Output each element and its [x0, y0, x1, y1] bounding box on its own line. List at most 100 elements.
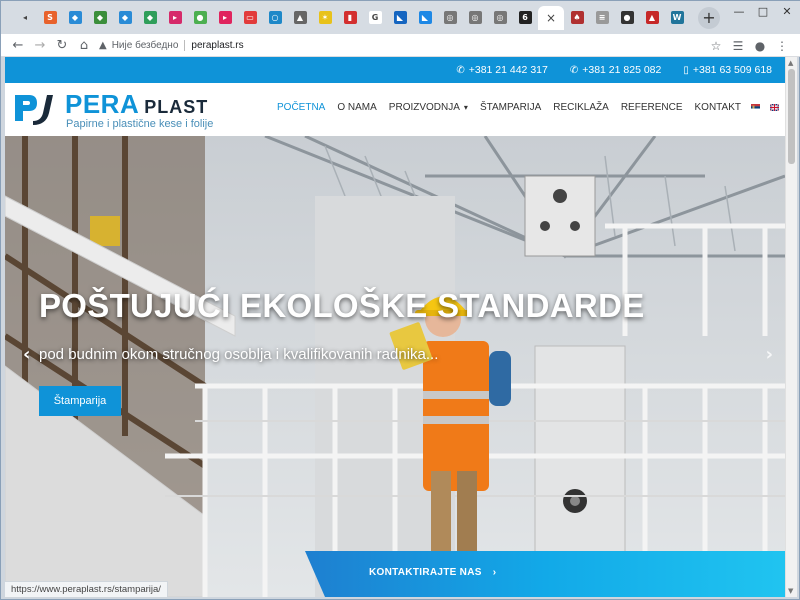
mobile-icon: ▯: [683, 64, 689, 76]
nav-item-label: KONTAKT: [694, 102, 741, 113]
back-arrow-icon: ◂: [18, 11, 32, 24]
browser-tab[interactable]: ●: [615, 6, 639, 30]
browser-tab[interactable]: ◆: [113, 6, 137, 30]
red-square-icon: ▸: [218, 11, 232, 24]
phone-number[interactable]: ✆ +381 21 825 082: [570, 64, 662, 76]
browser-tab[interactable]: G: [363, 6, 387, 30]
browser-tab[interactable]: ◣: [388, 6, 412, 30]
web-page: ✆ +381 21 442 317 ✆ +381 21 825 082 ▯ +381 63…: [5, 57, 785, 597]
new-tab-button[interactable]: +: [698, 6, 720, 29]
logo-icon[interactable]: [13, 91, 53, 125]
browser-tab[interactable]: ◆: [63, 6, 87, 30]
shield-icon: ◆: [93, 11, 107, 24]
nav-item[interactable]: O NAMA: [337, 102, 376, 113]
browser-tab[interactable]: ▮: [338, 6, 362, 30]
contact-topbar: ✆ +381 21 442 317 ✆ +381 21 825 082 ▯ +381 63…: [5, 57, 785, 83]
close-window-button[interactable]: ✕: [775, 1, 799, 21]
phone-text: +381 21 442 317: [468, 64, 548, 76]
shield-icon: ◆: [143, 11, 157, 24]
browser-tab[interactable]: ♠: [565, 6, 589, 30]
maximize-button[interactable]: □: [751, 1, 775, 21]
brand-name[interactable]: PERA PLAST: [65, 89, 208, 120]
security-label: Није безбедно: [111, 40, 179, 51]
nav-item-label: O NAMA: [337, 102, 377, 113]
stamparija-button[interactable]: Štamparija: [39, 386, 121, 416]
nav-item[interactable]: ŠTAMPARIJA: [480, 102, 541, 113]
browser-tab[interactable]: ●: [188, 6, 212, 30]
globe-icon: ◎: [443, 11, 457, 24]
browser-tab[interactable]: ◆: [138, 6, 162, 30]
scroll-up-icon[interactable]: ▲: [788, 59, 793, 67]
browser-tab[interactable]: ◆: [88, 6, 112, 30]
nav-item-label: RECIKLAŽA: [553, 102, 609, 113]
main-nav: POČETNA O NAMA PROIZVODNJA ▾ ŠTAMPARIJA RECIK…: [265, 102, 779, 113]
brand-secondary: PLAST: [144, 97, 209, 117]
reload-button[interactable]: ↻: [51, 34, 73, 56]
browser-tab[interactable]: 6: [513, 6, 537, 30]
blue-triangle-icon: ◣: [393, 11, 407, 24]
home-button[interactable]: ⌂: [73, 34, 95, 56]
address-bar[interactable]: ▲ Није безбедно peraplast.rs: [99, 36, 723, 55]
browser-tab[interactable]: ✶: [313, 6, 337, 30]
slider-next-icon[interactable]: ›: [766, 344, 773, 365]
profile-icon[interactable]: ●: [749, 39, 771, 53]
hero-subline: pod budnim okom stručnog osoblja i kvali…: [39, 346, 439, 363]
browser-tab[interactable]: ▸: [163, 6, 187, 30]
minimize-button[interactable]: —: [727, 1, 751, 21]
back-button[interactable]: ←: [7, 34, 29, 56]
nav-item[interactable]: REFERENCE: [621, 102, 683, 113]
hero-factory-image: [5, 136, 785, 597]
chevron-down-icon: ▾: [463, 103, 468, 112]
warning-icon[interactable]: ▲: [99, 40, 107, 51]
nav-item[interactable]: RECIKLAŽA: [553, 102, 609, 113]
browser-tab[interactable]: ▲: [640, 6, 664, 30]
slider-prev-icon[interactable]: ‹: [23, 344, 30, 365]
browser-tab[interactable]: ◂: [13, 6, 37, 30]
active-tab[interactable]: ×: [538, 5, 564, 30]
forward-button[interactable]: →: [29, 34, 51, 56]
serbian-flag-icon[interactable]: [751, 104, 760, 111]
globe-icon: ◎: [468, 11, 482, 24]
browser-tab[interactable]: ◎: [463, 6, 487, 30]
phone-number[interactable]: ▯ +381 63 509 618: [683, 64, 772, 76]
phone-number[interactable]: ✆ +381 21 442 317: [456, 64, 548, 76]
phone-text: +381 63 509 618: [692, 64, 772, 76]
browser-tab[interactable]: S: [38, 6, 62, 30]
blue-triangle-icon: ◣: [418, 11, 432, 24]
menu-icon[interactable]: ⋮: [771, 39, 793, 53]
reading-list-icon[interactable]: ☰: [727, 39, 749, 53]
figure-icon: ♠: [570, 11, 584, 24]
chevron-right-icon: ›: [492, 567, 497, 578]
yellow-square-icon: ✶: [318, 11, 332, 24]
scroll-thumb[interactable]: [788, 69, 795, 164]
dark-circle-icon: ●: [620, 11, 634, 24]
contact-cta-text: KONTAKTIRAJTE NAS: [369, 567, 482, 578]
browser-tab[interactable]: ◎: [488, 6, 512, 30]
star-icon[interactable]: ☆: [705, 39, 727, 53]
english-flag-icon[interactable]: [770, 104, 779, 111]
nav-item[interactable]: KONTAKT: [695, 102, 741, 113]
browser-tab[interactable]: ≡: [590, 6, 614, 30]
browser-tab[interactable]: ◣: [413, 6, 437, 30]
url-text[interactable]: peraplast.rs: [191, 40, 243, 51]
contact-cta-label: KONTAKTIRAJTE NAS ›: [369, 567, 496, 578]
contact-cta-band[interactable]: KONTAKTIRAJTE NAS ›: [305, 550, 785, 597]
green-circle-icon: ●: [193, 11, 207, 24]
nav-item-label: PROIZVODNJA: [388, 102, 460, 113]
pink-square-icon: ▸: [168, 11, 182, 24]
nav-item[interactable]: PROIZVODNJA ▾: [389, 102, 468, 113]
brand-primary: PERA: [65, 89, 140, 119]
nav-item[interactable]: POČETNA: [277, 102, 325, 113]
browser-tab[interactable]: ◎: [438, 6, 462, 30]
browser-tab[interactable]: ▲: [288, 6, 312, 30]
browser-tab[interactable]: W: [665, 6, 689, 30]
scroll-down-icon[interactable]: ▼: [788, 587, 793, 595]
browser-tab[interactable]: ○: [263, 6, 287, 30]
browser-toolbar: ← → ↻ ⌂ ▲ Није безбедно peraplast.rs ☆ ☰…: [1, 34, 800, 57]
pin-icon: ○: [268, 11, 282, 24]
browser-tab[interactable]: ▸: [213, 6, 237, 30]
browser-tab[interactable]: ▭: [238, 6, 262, 30]
close-tab-icon[interactable]: ×: [546, 11, 556, 25]
page-scrollbar[interactable]: ▲ ▼: [785, 57, 797, 597]
text-icon: ≡: [595, 11, 609, 24]
